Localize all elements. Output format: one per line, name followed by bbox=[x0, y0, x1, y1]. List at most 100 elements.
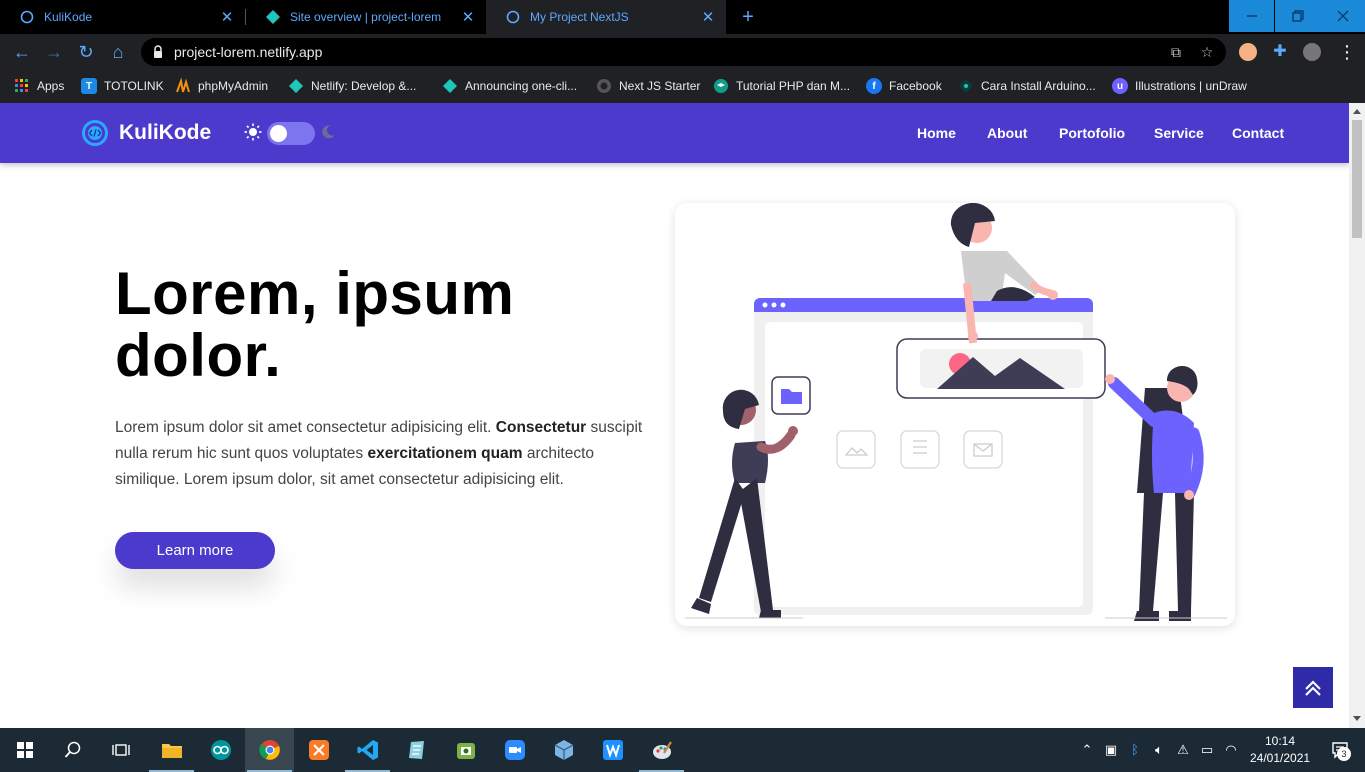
bookmark-facebook[interactable]: f Facebook bbox=[866, 77, 942, 95]
tray-overflow-icon[interactable]: ⌃ bbox=[1078, 741, 1096, 759]
new-tab-button[interactable]: + bbox=[738, 7, 758, 27]
page-scrollbar[interactable] bbox=[1349, 103, 1365, 728]
bookmark-label: Facebook bbox=[889, 79, 942, 93]
arduino-icon bbox=[210, 740, 231, 760]
moon-icon bbox=[322, 125, 335, 139]
taskbar-arduino[interactable] bbox=[196, 728, 245, 772]
tray-app-icon[interactable]: ▣ bbox=[1102, 741, 1120, 759]
nav-portofolio[interactable]: Portofolio bbox=[1059, 125, 1125, 141]
taskbar-xampp[interactable] bbox=[294, 728, 343, 772]
scroll-up-icon[interactable] bbox=[1353, 109, 1361, 114]
taskbar-word-app[interactable] bbox=[588, 728, 637, 772]
close-icon[interactable]: ✕ bbox=[700, 9, 716, 26]
close-window-button[interactable] bbox=[1320, 0, 1365, 32]
extensions-puzzle-icon[interactable]: ✚ bbox=[1270, 42, 1290, 62]
tab-kulikode[interactable]: KuliKode ✕ bbox=[0, 0, 245, 34]
arduino-icon bbox=[959, 79, 973, 93]
bookmark-undraw[interactable]: u Illustrations | unDraw bbox=[1112, 77, 1247, 95]
page-viewport: KuliKode Home About Portofolio Service C… bbox=[0, 103, 1349, 728]
close-icon[interactable]: ✕ bbox=[460, 9, 476, 26]
reload-icon[interactable]: ↻ bbox=[76, 42, 96, 62]
action-center-button[interactable]: 3 bbox=[1316, 728, 1365, 772]
translate-icon[interactable]: ⧉ bbox=[1168, 44, 1184, 60]
phpmyadmin-icon bbox=[176, 78, 190, 93]
document-icon bbox=[900, 430, 940, 469]
home-icon[interactable]: ⌂ bbox=[108, 42, 128, 62]
nav-home[interactable]: Home bbox=[917, 125, 956, 141]
bluetooth-icon[interactable]: ᛒ bbox=[1126, 741, 1144, 759]
chrome-menu-icon[interactable]: ⋮ bbox=[1337, 42, 1357, 62]
nav-about[interactable]: About bbox=[987, 125, 1027, 141]
scroll-down-icon[interactable] bbox=[1353, 716, 1361, 721]
scrollbar-thumb[interactable] bbox=[1352, 120, 1362, 238]
restore-button[interactable] bbox=[1275, 0, 1320, 32]
hero-title-line: dolor. bbox=[115, 322, 282, 389]
site-navbar: KuliKode Home About Portofolio Service C… bbox=[0, 103, 1349, 163]
bookmark-nextjs-starter[interactable]: Next JS Starter bbox=[596, 77, 700, 95]
back-to-top-button[interactable] bbox=[1293, 667, 1333, 708]
facebook-icon: f bbox=[866, 78, 882, 94]
taskbar-virtualbox[interactable] bbox=[539, 728, 588, 772]
network-warning-icon[interactable]: ⚠︎ bbox=[1174, 741, 1192, 759]
hero-description: Lorem ipsum dolor sit amet consectetur a… bbox=[115, 415, 660, 493]
bookmark-label: Cara Install Arduino... bbox=[981, 79, 1096, 93]
bookmark-totolink[interactable]: T TOTOLINK bbox=[81, 77, 164, 95]
brand-name: KuliKode bbox=[119, 121, 212, 144]
netlify-icon bbox=[443, 79, 457, 93]
system-clock[interactable]: 10:14 24/01/2021 bbox=[1250, 733, 1310, 767]
bookmark-apps[interactable]: Apps bbox=[14, 77, 64, 95]
extension-icon[interactable] bbox=[1239, 43, 1257, 61]
bookmark-label: Netlify: Develop &... bbox=[311, 79, 417, 93]
theme-toggle[interactable] bbox=[267, 122, 315, 145]
hero-bold-part: Consectetur bbox=[495, 419, 587, 436]
hero-bold-part: exercitationem quam bbox=[367, 445, 523, 462]
battery-icon[interactable]: ▭ bbox=[1198, 741, 1216, 759]
hero-title: Lorem, ipsum dolor. bbox=[115, 263, 514, 387]
browser-toolbar: ← → ↻ ⌂ project-lorem.netlify.app ⧉ ☆ ✚ … bbox=[0, 34, 1365, 70]
tab-my-project[interactable]: My Project NextJS ✕ bbox=[486, 0, 726, 34]
search-button[interactable] bbox=[48, 728, 97, 772]
totolink-icon: T bbox=[81, 78, 97, 94]
tab-site-overview[interactable]: Site overview | project-lorem ✕ bbox=[246, 0, 486, 34]
taskbar-zoom[interactable] bbox=[490, 728, 539, 772]
android-icon bbox=[456, 743, 475, 759]
nav-service[interactable]: Service bbox=[1154, 125, 1204, 141]
back-icon[interactable]: ← bbox=[12, 42, 32, 62]
minimize-button[interactable] bbox=[1229, 0, 1274, 32]
bookmark-announcing[interactable]: Announcing one-cli... bbox=[442, 77, 577, 95]
avatar[interactable] bbox=[1303, 43, 1321, 61]
nav-contact[interactable]: Contact bbox=[1232, 125, 1284, 141]
hero-illustration bbox=[685, 203, 1227, 621]
bookmark-netlify[interactable]: Netlify: Develop &... bbox=[288, 77, 416, 95]
bookmark-star-icon[interactable]: ☆ bbox=[1199, 44, 1215, 60]
start-button[interactable] bbox=[0, 728, 49, 772]
learn-more-button[interactable]: Learn more bbox=[115, 532, 275, 569]
volume-icon[interactable]: 🔈︎ bbox=[1150, 741, 1168, 759]
taskbar-paint[interactable] bbox=[637, 728, 686, 772]
address-bar[interactable]: project-lorem.netlify.app ⧉ ☆ bbox=[141, 38, 1226, 66]
taskbar-android-studio[interactable] bbox=[441, 728, 490, 772]
bookmark-tutorial-php[interactable]: Tutorial PHP dan M... bbox=[713, 77, 850, 95]
notification-badge: 3 bbox=[1337, 747, 1351, 761]
task-view-button[interactable] bbox=[96, 728, 145, 772]
bookmark-arduino[interactable]: Cara Install Arduino... bbox=[958, 77, 1096, 95]
taskbar-app-notes[interactable] bbox=[392, 728, 441, 772]
url-text[interactable]: project-lorem.netlify.app bbox=[174, 44, 322, 60]
mail-icon bbox=[963, 430, 1003, 469]
taskbar-vscode[interactable] bbox=[343, 728, 392, 772]
taskbar-file-explorer[interactable] bbox=[147, 728, 196, 772]
forward-icon[interactable]: → bbox=[44, 42, 64, 62]
mockup-titlebar bbox=[754, 298, 1093, 312]
brand[interactable]: KuliKode bbox=[82, 120, 211, 146]
tab-title: Site overview | project-lorem bbox=[290, 10, 442, 24]
close-icon bbox=[1337, 10, 1348, 22]
restore-icon bbox=[1291, 10, 1304, 22]
bookmark-phpmyadmin[interactable]: phpMyAdmin bbox=[175, 77, 268, 95]
clock-date: 24/01/2021 bbox=[1250, 751, 1311, 765]
notes-icon bbox=[408, 741, 424, 759]
close-icon[interactable]: ✕ bbox=[219, 9, 235, 26]
tutorial-icon bbox=[714, 79, 728, 93]
taskbar-chrome[interactable] bbox=[245, 728, 294, 772]
bookmarks-bar: Apps T TOTOLINK phpMyAdmin Netlify: Deve… bbox=[0, 70, 1365, 103]
wifi-icon[interactable]: ◠ bbox=[1222, 741, 1240, 759]
